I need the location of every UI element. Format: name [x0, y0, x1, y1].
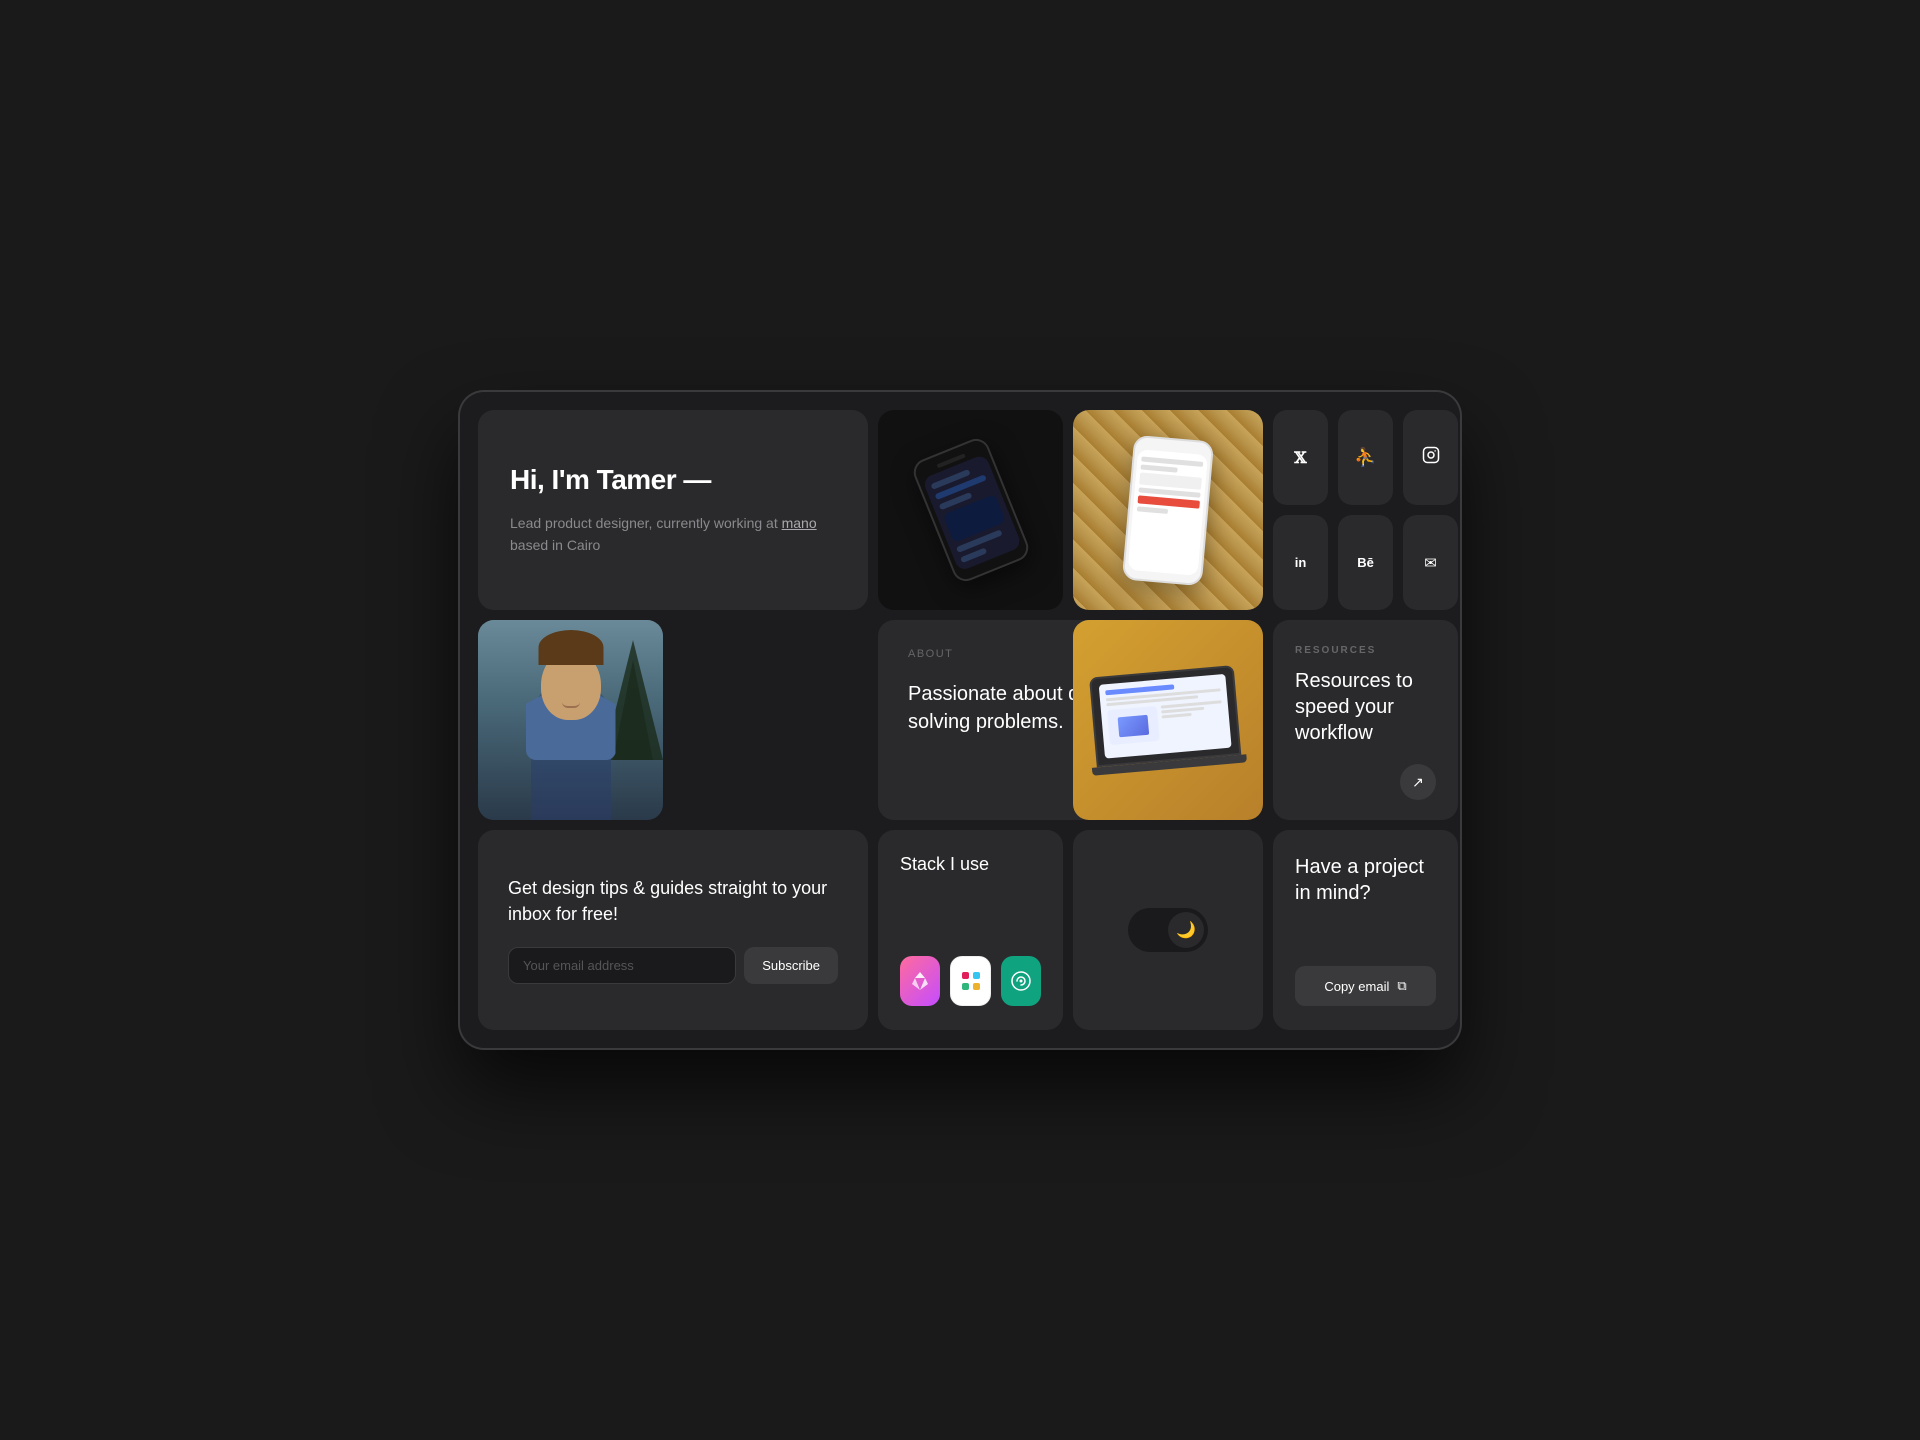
copy-icon: ⧉ — [1397, 978, 1406, 994]
resources-title: Resources to speed your workflow — [1295, 668, 1436, 746]
project-title: Have a project in mind? — [1295, 854, 1436, 906]
hero-description: Lead product designer, currently working… — [510, 512, 836, 557]
twitter-button[interactable]: 𝕏 — [1273, 410, 1328, 505]
slack-icon[interactable] — [950, 956, 991, 1006]
behance-icon: Bē — [1357, 555, 1374, 570]
toggle-card: 🌙 — [1073, 830, 1263, 1030]
main-grid: Hi, I'm Tamer — Lead product designer, c… — [478, 410, 1442, 1030]
twitter-icon: 𝕏 — [1294, 448, 1306, 468]
copy-email-label: Copy email — [1324, 979, 1389, 994]
laptop-card — [1073, 620, 1263, 820]
project-card: Have a project in mind? Copy email ⧉ — [1273, 830, 1458, 1030]
behance-button[interactable]: Bē — [1338, 515, 1393, 610]
laptop-screen — [1089, 665, 1241, 767]
person-photo — [478, 620, 663, 820]
email-form: Subscribe — [508, 947, 838, 984]
hero-greeting: Hi, I'm Tamer — — [510, 464, 836, 496]
instagram-icon — [1422, 446, 1440, 469]
copy-email-button[interactable]: Copy email ⧉ — [1295, 966, 1436, 1006]
newsletter-card: Get design tips & guides straight to you… — [478, 830, 868, 1030]
device-frame: Hi, I'm Tamer — Lead product designer, c… — [460, 392, 1460, 1048]
phone-white-mock — [1122, 434, 1214, 585]
phone-dark-mock — [909, 435, 1032, 586]
newsletter-title: Get design tips & guides straight to you… — [508, 876, 838, 926]
email-input[interactable] — [508, 947, 736, 984]
resources-card: RESOURCES Resources to speed your workfl… — [1273, 620, 1458, 820]
linkedin-icon: in — [1295, 555, 1307, 570]
portrait-card — [478, 620, 663, 820]
stack-title: Stack I use — [900, 854, 1041, 875]
resources-arrow-icon: ↗ — [1412, 774, 1424, 791]
email-icon: ✉ — [1424, 554, 1437, 572]
phone-white-card — [1073, 410, 1263, 610]
instagram-button[interactable] — [1403, 410, 1458, 505]
dark-mode-toggle[interactable]: 🌙 — [1128, 908, 1208, 952]
socials-top-section: 𝕏 ⛹ in Bē ✉ — [1273, 410, 1458, 610]
hero-card: Hi, I'm Tamer — Lead product designer, c… — [478, 410, 868, 610]
resources-arrow-button[interactable]: ↗ — [1400, 764, 1436, 800]
subscribe-button[interactable]: Subscribe — [744, 947, 838, 984]
moon-icon: 🌙 — [1176, 920, 1196, 940]
resources-label: RESOURCES — [1295, 645, 1376, 656]
toggle-knob: 🌙 — [1168, 912, 1204, 948]
chatgpt-icon[interactable] — [1001, 956, 1041, 1006]
email-button[interactable]: ✉ — [1403, 515, 1458, 610]
stack-card: Stack I use — [878, 830, 1063, 1030]
hero-link[interactable]: mano — [782, 515, 817, 531]
dribbble-button[interactable]: ⛹ — [1338, 410, 1393, 505]
craft-icon[interactable] — [900, 956, 940, 1006]
dribbble-icon: ⛹ — [1354, 447, 1376, 468]
linkedin-button[interactable]: in — [1273, 515, 1328, 610]
stack-icons — [900, 956, 1041, 1006]
phone-dark-card — [878, 410, 1063, 610]
